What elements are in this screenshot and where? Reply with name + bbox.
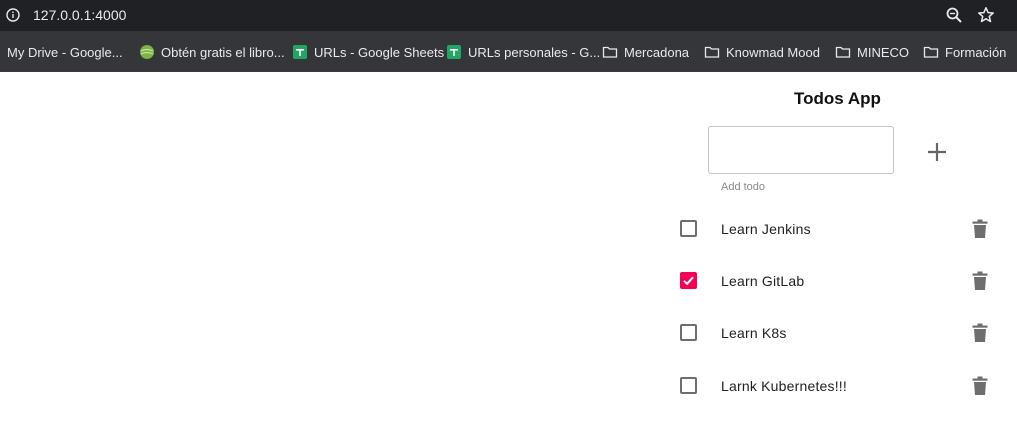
trash-icon[interactable] bbox=[971, 271, 989, 291]
bookmark-label: URLs - Google Sheets bbox=[314, 44, 445, 60]
bookmark-formacion[interactable]: Formación bbox=[923, 43, 1006, 61]
bookmark-label: Mercadona bbox=[624, 44, 690, 60]
bookmark-label: MINECO bbox=[857, 44, 909, 60]
bookmark-label: Formación bbox=[945, 44, 1007, 60]
todo-item: Larnk Kubernetes!!! bbox=[0, 371, 1017, 401]
trash-icon[interactable] bbox=[971, 376, 989, 396]
bookmark-urls-sheets[interactable]: URLs - Google Sheets bbox=[292, 43, 444, 61]
folder-icon bbox=[704, 46, 720, 58]
todo-label: Larnk Kubernetes!!! bbox=[721, 378, 847, 394]
bookmark-label: Obtén gratis el libro... bbox=[161, 44, 285, 60]
plus-icon[interactable] bbox=[924, 139, 950, 165]
folder-icon bbox=[602, 46, 618, 58]
bookmarks-bar: My Drive - Google... Obtén gratis el lib… bbox=[0, 31, 1017, 72]
address-bar: 127.0.0.1:4000 bbox=[0, 0, 1017, 31]
bookmark-urls-personales[interactable]: URLs personales - G... bbox=[446, 43, 600, 61]
todo-label: Learn Jenkins bbox=[721, 221, 811, 237]
checkmark-icon bbox=[683, 276, 694, 286]
todo-item: Learn Jenkins bbox=[0, 214, 1017, 244]
app-title: Todos App bbox=[794, 89, 881, 108]
globe-icon bbox=[140, 45, 154, 59]
todo-label: Learn GitLab bbox=[721, 273, 805, 289]
sheets-icon bbox=[447, 45, 461, 59]
bookmark-label: URLs personales - G... bbox=[468, 44, 601, 60]
add-todo-field[interactable] bbox=[708, 126, 894, 174]
todo-checkbox[interactable] bbox=[680, 272, 697, 289]
todo-checkbox[interactable] bbox=[680, 324, 697, 341]
todo-checkbox[interactable] bbox=[680, 377, 697, 394]
info-icon[interactable] bbox=[6, 8, 20, 22]
add-todo-helper-text: Add todo bbox=[721, 181, 766, 193]
bookmark-knowmad-mood[interactable]: Knowmad Mood bbox=[704, 43, 820, 61]
folder-icon bbox=[835, 46, 851, 58]
url-text[interactable]: 127.0.0.1:4000 bbox=[33, 7, 126, 23]
bookmark-mercadona[interactable]: Mercadona bbox=[602, 43, 689, 61]
bookmark-libro[interactable]: Obtén gratis el libro... bbox=[139, 43, 285, 61]
todo-label: Learn K8s bbox=[721, 325, 787, 341]
bookmark-my-drive[interactable]: My Drive - Google... bbox=[7, 43, 123, 61]
trash-icon[interactable] bbox=[971, 323, 989, 343]
sheets-icon bbox=[293, 45, 307, 59]
folder-icon bbox=[923, 46, 939, 58]
add-todo-input[interactable] bbox=[709, 127, 893, 173]
bookmark-label: Knowmad Mood bbox=[726, 44, 820, 60]
todo-checkbox[interactable] bbox=[680, 220, 697, 237]
zoom-icon[interactable] bbox=[945, 6, 963, 24]
bookmark-mineco[interactable]: MINECO bbox=[835, 43, 909, 61]
bookmark-label: My Drive - Google... bbox=[7, 44, 123, 60]
todo-item: Learn K8s bbox=[0, 318, 1017, 348]
trash-icon[interactable] bbox=[971, 219, 989, 239]
todo-item: Learn GitLab bbox=[0, 266, 1017, 296]
star-icon[interactable] bbox=[977, 6, 995, 24]
